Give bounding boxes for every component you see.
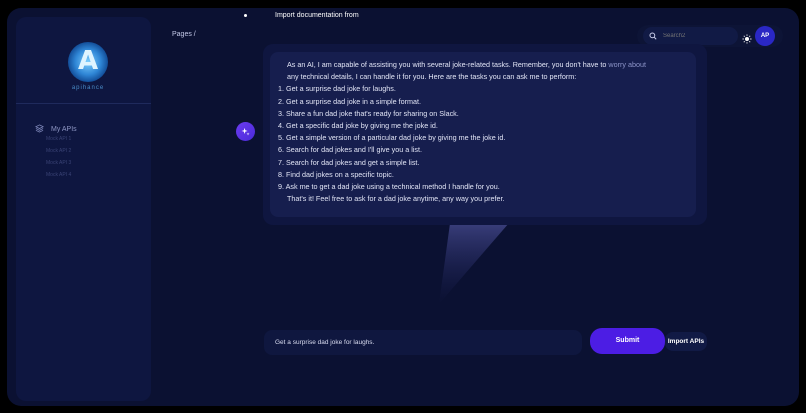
logo-letter: A: [77, 46, 99, 76]
api-list: Mock API 1 Mock API 2 Mock API 3 Mock AP…: [46, 133, 71, 181]
list-item: 4. Get a specific dad joke by giving me …: [278, 121, 438, 131]
indicator-dot: [244, 14, 247, 17]
message-closing: That's it! Feel free to ask for a dad jo…: [287, 194, 505, 204]
list-item: 6. Search for dad jokes and I'll give yo…: [278, 145, 423, 155]
list-item: 5. Get a simple version of a particular …: [278, 133, 506, 143]
app-window: A apihance My APIs Mock API 1 Mock API 2…: [7, 8, 799, 406]
list-item: 3. Share a fun dad joke that's ready for…: [278, 108, 459, 118]
search-input[interactable]: [663, 33, 733, 39]
search-icon: [649, 27, 657, 45]
sidebar-divider: [16, 103, 151, 104]
prompt-field[interactable]: [264, 330, 582, 355]
sidebar-item-mock-api-4[interactable]: Mock API 4: [46, 169, 71, 181]
list-item: 9. Ask me to get a dad joke using a tech…: [278, 182, 500, 192]
assistant-message: As an AI, I am capable of assisting you …: [270, 52, 696, 217]
list-item: 2. Get a surprise dad joke in a simple f…: [278, 96, 422, 106]
message-intro-line1: As an AI, I am capable of assisting you …: [287, 60, 609, 69]
search-box[interactable]: [643, 27, 738, 45]
list-item: 1. Get a surprise dad joke for laughs.: [278, 84, 396, 94]
avatar[interactable]: AP: [755, 26, 775, 46]
sidebar: A apihance My APIs Mock API 1 Mock API 2…: [16, 17, 151, 401]
list-item: 8. Find dad jokes on a specific topic.: [278, 169, 394, 179]
prompt-input[interactable]: [275, 339, 565, 346]
ai-assistant-badge: [236, 122, 255, 141]
message-body: As an AI, I am capable of assisting you …: [278, 59, 688, 205]
message-intro: As an AI, I am capable of assisting you …: [287, 59, 688, 83]
import-apis-button[interactable]: Import APIs: [665, 332, 707, 351]
layers-icon: [34, 120, 45, 138]
brand-name: apihance: [71, 85, 105, 91]
sidebar-item-mock-api-2[interactable]: Mock API 2: [46, 145, 71, 157]
breadcrumb[interactable]: Pages /: [172, 31, 196, 38]
brand-logo[interactable]: A: [68, 42, 108, 82]
sun-icon[interactable]: [742, 31, 752, 44]
task-list: 1. Get a surprise dad joke for laughs. 2…: [278, 83, 688, 193]
message-intro-faded: worry about: [608, 60, 646, 69]
sidebar-header-label: My APIs: [51, 125, 77, 133]
sparkle-icon: [241, 123, 250, 141]
sidebar-item-mock-api-3[interactable]: Mock API 3: [46, 157, 71, 169]
submit-button[interactable]: Submit: [590, 328, 665, 354]
sidebar-item-mock-api-1[interactable]: Mock API 1: [46, 133, 71, 145]
page-title: Import documentation from: [275, 12, 359, 19]
message-intro-line2: any technical details, I can handle it f…: [287, 72, 577, 82]
list-item: 7. Search for dad jokes and get a simple…: [278, 157, 420, 167]
